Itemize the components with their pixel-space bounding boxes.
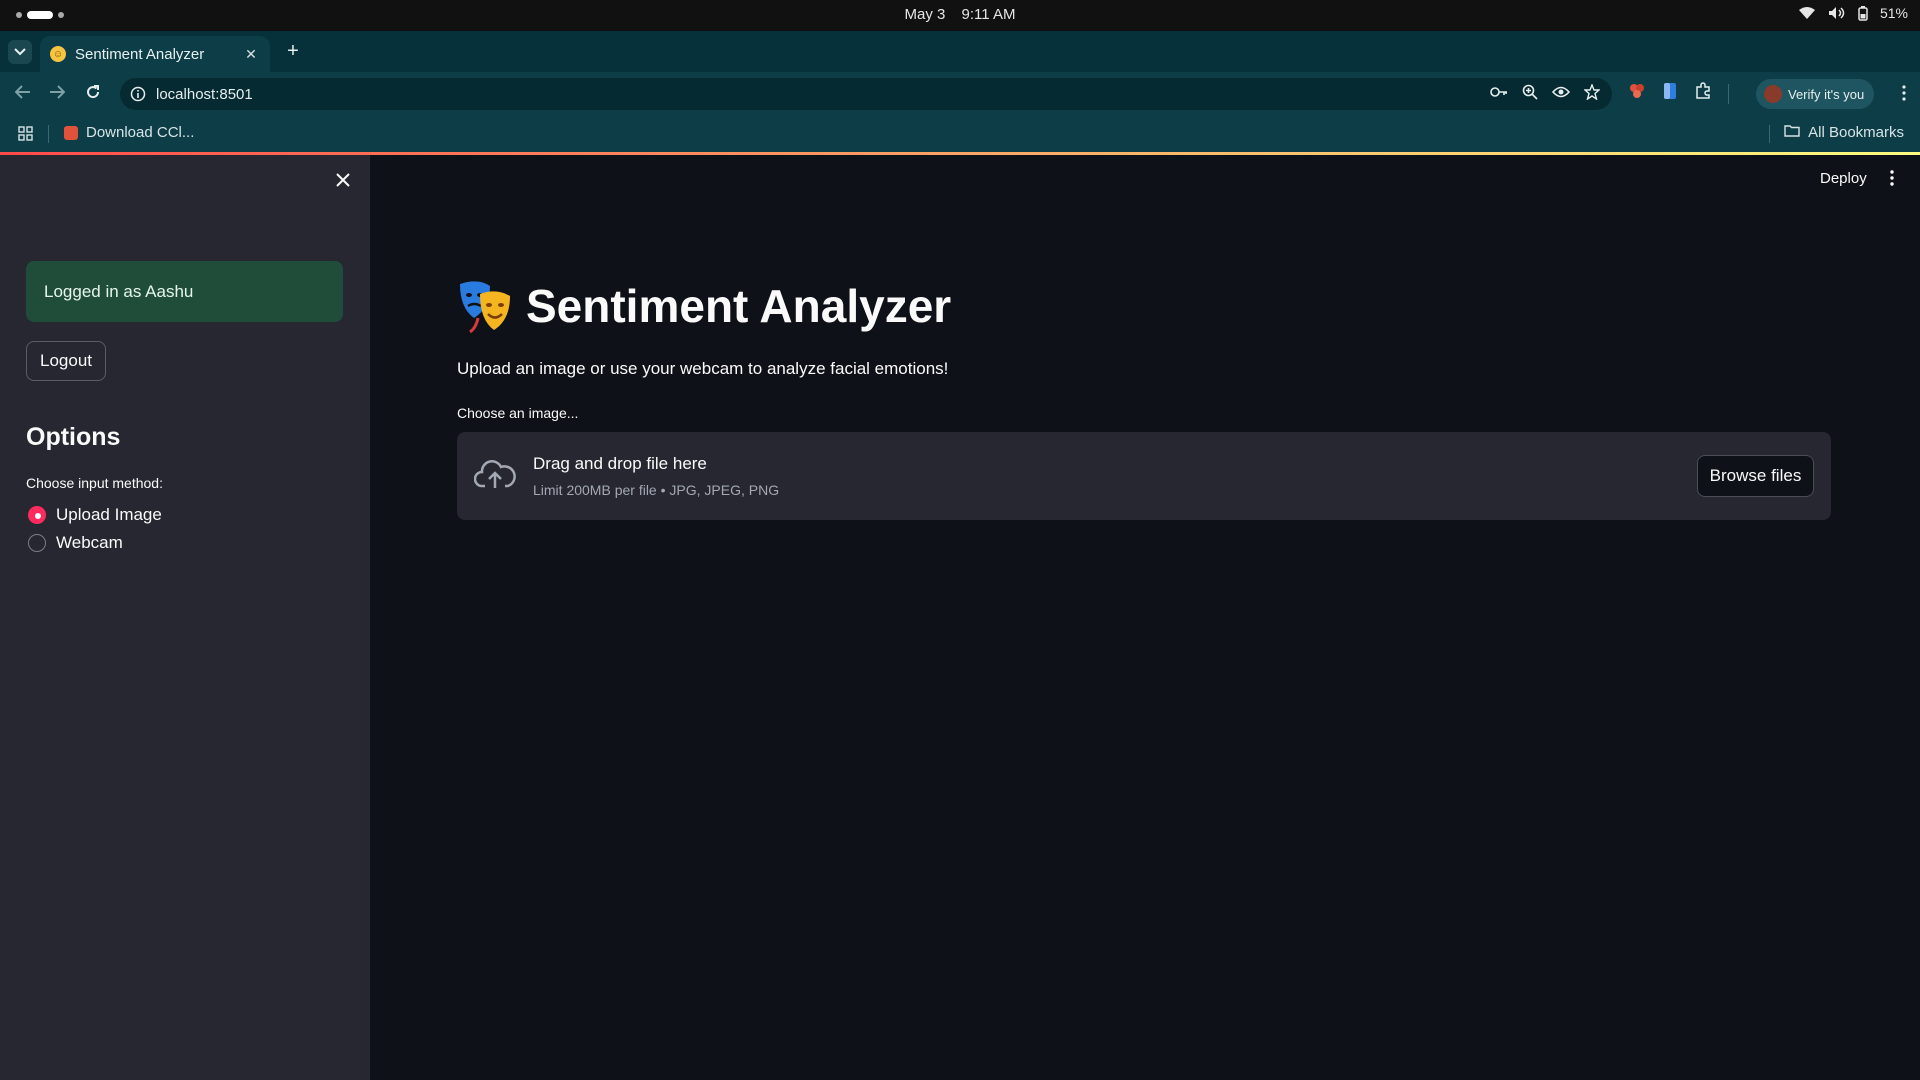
bookmarks-separator: [1769, 125, 1770, 143]
avatar: [1764, 85, 1782, 103]
reload-icon: [85, 84, 101, 105]
close-tab-icon[interactable]: ✕: [242, 46, 260, 63]
page-title-text: Sentiment Analyzer: [526, 280, 952, 332]
extensions-puzzle-icon[interactable]: [1694, 82, 1712, 105]
chevron-down-icon: [14, 43, 26, 61]
os-top-bar: May 3 9:11 AM 51%: [0, 0, 1920, 31]
radio-unchecked-icon[interactable]: [28, 534, 46, 552]
bookmarks-bar: Download CCl... All Bookmarks: [0, 116, 1920, 152]
new-tab-button[interactable]: +: [282, 41, 304, 63]
page-subtitle: Upload an image or use your webcam to an…: [457, 359, 949, 378]
smiley-favicon-icon: ☺: [50, 46, 66, 62]
dropzone-limit-text: Limit 200MB per file • JPG, JPEG, PNG: [533, 482, 780, 498]
radio-upload-image[interactable]: Upload Image: [28, 505, 162, 525]
sidebar: Logged in as Aashu Logout Options Choose…: [0, 155, 370, 1080]
bookmark-download-ccl[interactable]: Download CCl...: [64, 124, 194, 141]
tab-sentiment-analyzer[interactable]: ☺ Sentiment Analyzer ✕: [40, 36, 270, 72]
site-info-icon[interactable]: [130, 86, 146, 106]
folder-icon: [1784, 124, 1800, 141]
extensions-area: [1628, 82, 1729, 105]
bookmarks-separator: [48, 125, 49, 143]
bookmark-favicon-icon: [64, 125, 78, 140]
system-tray[interactable]: 51%: [1798, 5, 1908, 21]
star-bookmark-icon[interactable]: [1583, 83, 1601, 104]
zoom-icon[interactable]: [1522, 84, 1538, 104]
os-clock[interactable]: May 3 9:11 AM: [0, 6, 1920, 23]
theater-masks-icon: [456, 278, 514, 334]
profile-verify-button[interactable]: Verify it's you: [1756, 79, 1874, 109]
address-bar[interactable]: localhost:8501: [120, 78, 1612, 110]
browser-tab-strip: ☺ Sentiment Analyzer ✕ +: [0, 31, 1920, 72]
extension-blue-icon[interactable]: [1662, 82, 1678, 105]
arrow-right-icon: [49, 84, 66, 104]
app-main-menu-button[interactable]: [1890, 170, 1894, 191]
dropzone-title: Drag and drop file here: [533, 454, 707, 473]
os-date: May 3: [904, 6, 946, 23]
battery-icon: [1858, 5, 1868, 21]
toolbar-separator: [1728, 83, 1729, 104]
close-icon: [336, 172, 350, 192]
all-bookmarks-label: All Bookmarks: [1808, 124, 1904, 141]
tab-search-button[interactable]: [8, 40, 32, 64]
more-vertical-icon: [1890, 170, 1894, 190]
forward-button[interactable]: [46, 83, 68, 105]
input-method-label: Choose input method:: [26, 475, 163, 491]
extension-puzzle-red-icon[interactable]: [1628, 82, 1646, 105]
cloud-upload-icon: [473, 458, 516, 495]
file-uploader-label: Choose an image...: [457, 405, 579, 421]
file-dropzone[interactable]: Drag and drop file here Limit 200MB per …: [457, 432, 1831, 520]
radio-option-label: Upload Image: [56, 505, 162, 524]
key-icon[interactable]: [1490, 85, 1508, 103]
all-bookmarks-button[interactable]: All Bookmarks: [1784, 124, 1904, 141]
os-time: 9:11 AM: [961, 6, 1016, 23]
browse-files-button[interactable]: Browse files: [1697, 455, 1814, 497]
eye-icon[interactable]: [1551, 85, 1571, 103]
browser-toolbar: localhost:8501 Verify it's you: [0, 72, 1920, 116]
radio-webcam[interactable]: Webcam: [28, 533, 123, 553]
reload-button[interactable]: [82, 83, 104, 105]
close-sidebar-button[interactable]: [332, 171, 354, 193]
login-status-text: Logged in as Aashu: [44, 281, 194, 301]
omnibox-actions: [1490, 83, 1601, 104]
options-heading: Options: [26, 423, 121, 451]
back-button[interactable]: [12, 83, 34, 105]
bookmark-label: Download CCl...: [86, 124, 195, 141]
radio-option-label: Webcam: [56, 533, 123, 552]
more-vertical-icon: [1902, 85, 1906, 105]
battery-percent: 51%: [1879, 5, 1908, 21]
apps-grid-icon[interactable]: [18, 126, 33, 145]
browser-menu-button[interactable]: [1902, 85, 1906, 106]
arrow-left-icon: [14, 84, 31, 104]
radio-checked-icon[interactable]: [28, 506, 46, 524]
volume-icon: [1828, 6, 1846, 20]
deploy-button[interactable]: Deploy: [1820, 170, 1867, 187]
url-text: localhost:8501: [156, 85, 253, 103]
logout-button[interactable]: Logout: [26, 341, 106, 381]
login-status-alert: Logged in as Aashu: [26, 261, 343, 322]
verify-label: Verify it's you: [1788, 86, 1865, 102]
wifi-icon: [1798, 6, 1816, 20]
page-title: Sentiment Analyzer: [456, 278, 951, 334]
tab-title: Sentiment Analyzer: [75, 45, 205, 63]
